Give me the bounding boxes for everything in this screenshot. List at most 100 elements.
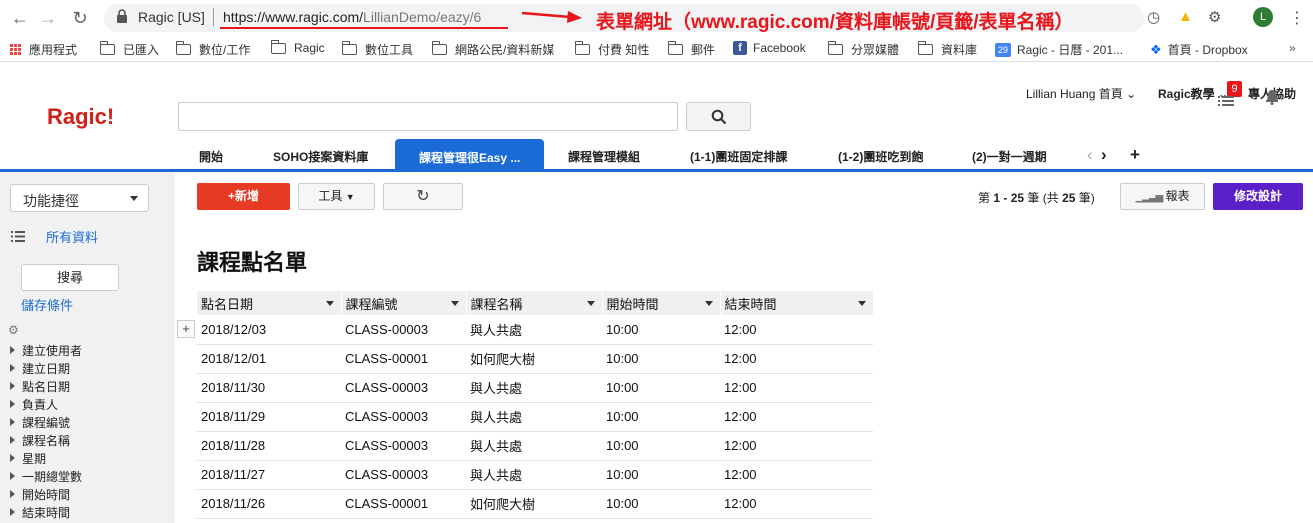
table-cell[interactable]: 與人共處 [466,460,602,490]
column-header-start-time[interactable]: 開始時間 [602,291,721,315]
save-conditions-link[interactable]: 儲存條件 [21,295,73,314]
table-cell[interactable]: 如何爬大樹 [466,489,602,519]
table-cell[interactable]: 與人共處 [466,431,602,461]
ragic-logo[interactable]: Ragic! [47,104,114,130]
bookmark-folder[interactable]: 數位/工作 [176,41,250,58]
shortcut-dropdown[interactable]: 功能捷徑 [10,184,149,212]
table-cell[interactable]: CLASS-00001 [341,489,466,519]
all-data-link[interactable]: 所有資料 [46,227,98,246]
table-cell[interactable]: 2018/12/03 [197,315,341,345]
table-cell[interactable]: 10:00 [602,373,720,403]
table-cell[interactable]: CLASS-00003 [341,402,466,432]
tools-menu-button[interactable]: 工具 ▼ [298,183,375,210]
url-text[interactable]: https://www.ragic.com/LillianDemo/eazy/6 [223,9,481,25]
forward-arrow-icon[interactable]: → [38,8,58,28]
table-cell[interactable]: 2018/11/28 [197,431,341,461]
bell-icon[interactable] [1265,89,1279,105]
tab-start[interactable]: 開始 [199,148,223,165]
table-cell[interactable]: CLASS-00003 [341,460,466,490]
bookmark-folder[interactable]: 已匯入 [100,41,159,58]
bookmark-folder[interactable]: 付費 知性 [575,41,649,58]
filter-owner[interactable]: 負責人 [10,396,58,413]
column-header-course-id[interactable]: 課程編號 [341,291,467,315]
table-cell[interactable]: 12:00 [720,373,873,403]
sort-caret-icon[interactable] [450,301,459,306]
add-record-button[interactable]: +新增 [197,183,290,210]
filter-created-by[interactable]: 建立使用者 [10,342,82,359]
table-row[interactable]: 2018/11/26 CLASS-00001 如何爬大樹 10:00 12:00 [197,489,873,519]
table-cell[interactable]: 10:00 [602,489,720,519]
table-cell[interactable]: 12:00 [720,344,873,374]
search-button[interactable] [686,102,751,131]
tab-scroll-left-icon[interactable]: ‹ [1087,145,1093,165]
sort-caret-icon[interactable] [325,301,334,306]
sidebar-search-button[interactable]: 搜尋 [21,264,119,291]
tab-group-fixed[interactable]: (1-1)團班固定排課 [690,148,787,165]
refresh-button[interactable]: ↻ [383,183,463,210]
table-cell[interactable]: CLASS-00001 [341,344,466,374]
tab-course-easy[interactable]: 課程管理很Easy ... [395,139,545,171]
table-cell[interactable]: 12:00 [720,460,873,490]
history-icon[interactable]: ◷ [1147,8,1160,26]
incognito-extension-icon[interactable]: ⚙ [1208,8,1221,26]
table-cell[interactable]: 2018/11/30 [197,373,341,403]
add-row-icon[interactable]: + [177,320,195,338]
user-home-menu[interactable]: Lillian Huang 首頁 ⌄ [1026,85,1136,102]
bookmark-folder[interactable]: 分眾媒體 [828,41,899,58]
table-row[interactable]: 2018/11/30 CLASS-00003 與人共處 10:00 12:00 [197,373,873,403]
bookmarks-overflow-button[interactable]: » [1289,41,1296,55]
table-cell[interactable]: 2018/11/29 [197,402,341,432]
bookmark-dropbox[interactable]: ❖ 首頁 - Dropbox [1150,41,1248,58]
filter-roll-call-date[interactable]: 點名日期 [10,378,70,395]
table-cell[interactable]: 10:00 [602,315,720,345]
filter-end-time[interactable]: 結束時間 [10,504,70,521]
gear-icon[interactable]: ⚙ [8,323,19,337]
table-cell[interactable]: 12:00 [720,489,873,519]
filter-course-name[interactable]: 課程名稱 [10,432,70,449]
table-cell[interactable]: 10:00 [602,344,720,374]
tab-course-module[interactable]: 課程管理模組 [568,148,640,165]
table-cell[interactable]: 12:00 [720,402,873,432]
bookmark-folder[interactable]: 網路公民/資料新媒 [432,41,554,58]
column-header-course-name[interactable]: 課程名稱 [466,291,603,315]
tab-one-on-one[interactable]: (2)一對一週期 [972,148,1047,165]
back-arrow-icon[interactable]: ← [10,8,30,28]
table-row[interactable]: 2018/11/28 CLASS-00003 與人共處 10:00 12:00 [197,431,873,461]
table-cell[interactable]: 10:00 [602,460,720,490]
drive-extension-icon[interactable]: ▲ [1178,8,1193,25]
table-cell[interactable]: 12:00 [720,315,873,345]
filter-created-date[interactable]: 建立日期 [10,360,70,377]
table-cell[interactable]: 2018/11/26 [197,489,341,519]
sort-caret-icon[interactable] [586,301,595,306]
column-header-roll-call-date[interactable]: 點名日期 [197,291,342,315]
table-cell[interactable]: 2018/11/27 [197,460,341,490]
table-cell[interactable]: CLASS-00003 [341,373,466,403]
table-cell[interactable]: 與人共處 [466,315,602,345]
bookmark-facebook[interactable]: f Facebook [733,41,806,55]
table-cell[interactable]: 2018/12/01 [197,344,341,374]
table-cell[interactable]: CLASS-00003 [341,431,466,461]
table-cell[interactable]: 12:00 [720,431,873,461]
table-cell[interactable]: 如何爬大樹 [466,344,602,374]
sort-caret-icon[interactable] [704,301,713,306]
filter-total-sessions[interactable]: 一期總堂數 [10,468,82,485]
table-cell[interactable]: 與人共處 [466,373,602,403]
bookmark-folder[interactable]: 郵件 [668,41,715,58]
global-search-input[interactable] [178,102,678,131]
bookmark-apps[interactable]: 應用程式 [10,41,77,58]
add-tab-icon[interactable]: + [1130,145,1140,165]
column-header-end-time[interactable]: 結束時間 [720,291,874,315]
table-row[interactable]: 2018/11/29 CLASS-00003 與人共處 10:00 12:00 [197,402,873,432]
browser-menu-icon[interactable]: ⋮ [1289,8,1305,28]
report-button[interactable]: ▁▂▃▅ 報表 [1120,183,1205,210]
table-cell[interactable]: 與人共處 [466,402,602,432]
bookmark-folder[interactable]: 數位工具 [342,41,413,58]
filter-weekday[interactable]: 星期 [10,450,46,467]
bookmark-folder[interactable]: Ragic [271,39,325,55]
table-cell[interactable]: 10:00 [602,402,720,432]
table-cell[interactable]: 10:00 [602,431,720,461]
bookmark-folder[interactable]: 資料庫 [918,41,977,58]
profile-avatar[interactable]: L [1253,7,1273,27]
filter-course-id[interactable]: 課程編號 [10,414,70,431]
reload-icon[interactable]: ↻ [70,8,90,28]
